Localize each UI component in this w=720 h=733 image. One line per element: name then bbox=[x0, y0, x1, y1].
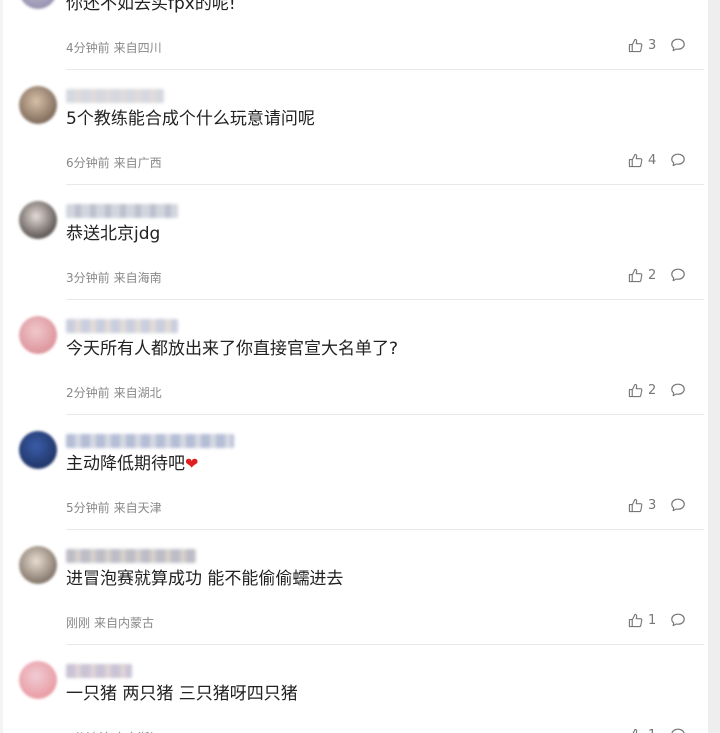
thumbs-up-icon bbox=[628, 153, 643, 167]
reply-button[interactable] bbox=[670, 612, 686, 628]
comment-item: 5个教练能合成个什么玩意请问呢 6分钟前 来自广西 4 bbox=[0, 70, 708, 185]
user-avatar[interactable] bbox=[19, 546, 57, 584]
reply-button[interactable] bbox=[670, 152, 686, 168]
comment-bubble-icon bbox=[671, 613, 685, 627]
scrollbar-track[interactable] bbox=[708, 0, 720, 733]
comment-body: 主动降低期待吧 bbox=[66, 454, 185, 474]
comment-body: 恭送北京jdg bbox=[66, 224, 161, 244]
like-button[interactable]: 4 bbox=[628, 150, 656, 170]
like-button[interactable]: 2 bbox=[628, 380, 656, 400]
comment-body: 进冒泡赛就算成功 能不能偷偷蠕进去 bbox=[66, 569, 344, 589]
comment-location: 来自湖北 bbox=[113, 386, 162, 400]
comment-feed: 你还不如去买fpx的呢! 4分钟前 来自四川 3 5个教练能合成个什么玩意请问呢 6分钟前… bbox=[0, 0, 720, 733]
like-button[interactable]: 3 bbox=[628, 495, 656, 515]
comment-meta: 2分钟前 来自湖北 bbox=[66, 384, 162, 401]
like-count: 4 bbox=[648, 152, 657, 168]
comment-bubble-icon bbox=[671, 153, 685, 167]
user-avatar[interactable] bbox=[19, 661, 57, 699]
like-button[interactable]: 2 bbox=[628, 265, 656, 285]
like-count: 1 bbox=[648, 728, 656, 733]
user-avatar[interactable] bbox=[19, 86, 57, 124]
comment-text: 今天所有人都放出来了你直接官宣大名单了? bbox=[66, 336, 398, 362]
user-avatar[interactable] bbox=[19, 316, 57, 354]
comment-body: 你还不如去买fpx的呢! bbox=[66, 0, 236, 14]
comment-bubble-icon bbox=[671, 383, 685, 397]
username-redacted[interactable] bbox=[66, 434, 234, 448]
comment-text: 5个教练能合成个什么玩意请问呢 bbox=[66, 106, 315, 132]
comment-text: 主动降低期待吧❤ bbox=[66, 451, 198, 477]
comment-meta: 5分钟前 来自天津 bbox=[66, 499, 162, 516]
comment-location: 来自四川 bbox=[113, 41, 162, 55]
thumbs-up-icon bbox=[628, 613, 643, 627]
reply-button[interactable] bbox=[670, 37, 686, 53]
comment-body: 5个教练能合成个什么玩意请问呢 bbox=[66, 109, 315, 129]
comment-item: 一只猪 两只猪 三只猪呀四只猪 2分钟前来自浙江 1 bbox=[0, 645, 708, 733]
comment-item: 你还不如去买fpx的呢! 4分钟前 来自四川 3 bbox=[0, 0, 708, 70]
reply-button[interactable] bbox=[670, 497, 686, 513]
comment-meta: 刚刚 来自内蒙古 bbox=[66, 614, 154, 631]
reply-button[interactable] bbox=[670, 727, 686, 733]
comment-body: 今天所有人都放出来了你直接官宣大名单了? bbox=[66, 339, 399, 359]
like-count: 2 bbox=[648, 267, 657, 283]
username-redacted[interactable] bbox=[66, 204, 178, 218]
thumbs-up-icon bbox=[628, 383, 643, 397]
comment-location: 来自内蒙古 bbox=[94, 616, 155, 630]
comment-bubble-icon bbox=[671, 268, 685, 282]
comment-location: 来自海南 bbox=[113, 271, 162, 285]
thumbs-up-icon bbox=[628, 38, 643, 52]
comment-item: 进冒泡赛就算成功 能不能偷偷蠕进去 刚刚 来自内蒙古 1 bbox=[0, 530, 708, 645]
comment-text: 进冒泡赛就算成功 能不能偷偷蠕进去 bbox=[66, 566, 343, 592]
comment-meta: 2分钟前来自浙江 bbox=[66, 729, 162, 733]
like-count: 1 bbox=[648, 612, 657, 628]
like-button[interactable]: 3 bbox=[628, 35, 656, 55]
username-redacted[interactable] bbox=[66, 549, 196, 563]
like-button[interactable]: 1 bbox=[628, 610, 656, 630]
comment-bubble-icon bbox=[671, 38, 685, 52]
comment-meta: 3分钟前 来自海南 bbox=[66, 269, 162, 286]
like-count: 3 bbox=[648, 37, 657, 53]
comment-item: 主动降低期待吧❤ 5分钟前 来自天津 3 bbox=[0, 415, 708, 530]
comment-bubble-icon bbox=[671, 498, 685, 512]
username-redacted[interactable] bbox=[66, 664, 132, 678]
user-avatar[interactable] bbox=[19, 431, 57, 469]
comment-meta: 6分钟前 来自广西 bbox=[66, 154, 162, 171]
reply-button[interactable] bbox=[670, 382, 686, 398]
username-redacted[interactable] bbox=[66, 89, 164, 103]
comment-time: 3分钟前 bbox=[66, 271, 110, 285]
comment-meta: 4分钟前 来自四川 bbox=[66, 39, 162, 56]
like-count: 3 bbox=[648, 497, 657, 513]
thumbs-up-icon bbox=[628, 498, 643, 512]
comment-location: 来自广西 bbox=[113, 156, 162, 170]
heart-emoji-icon: ❤ bbox=[185, 454, 199, 473]
user-avatar[interactable] bbox=[19, 0, 57, 9]
comment-time: 2分钟前 bbox=[66, 386, 110, 400]
comment-location: 来自天津 bbox=[113, 501, 162, 515]
comment-time: 5分钟前 bbox=[66, 501, 110, 515]
username-redacted[interactable] bbox=[66, 319, 178, 333]
comment-item: 今天所有人都放出来了你直接官宣大名单了? 2分钟前 来自湖北 2 bbox=[0, 300, 708, 415]
comment-body: 一只猪 两只猪 三只猪呀四只猪 bbox=[66, 684, 298, 704]
like-button[interactable]: 1 bbox=[628, 725, 656, 733]
thumbs-up-icon bbox=[628, 268, 643, 282]
thumbs-up-icon bbox=[632, 728, 642, 733]
reply-button[interactable] bbox=[670, 267, 686, 283]
comment-text: 恭送北京jdg bbox=[66, 221, 160, 247]
comment-bubble-icon bbox=[671, 728, 685, 733]
comment-time: 4分钟前 bbox=[66, 41, 110, 55]
comment-text: 你还不如去买fpx的呢! bbox=[66, 0, 236, 17]
comment-text: 一只猪 两只猪 三只猪呀四只猪 bbox=[66, 681, 298, 707]
comment-time: 刚刚 bbox=[66, 616, 91, 630]
user-avatar[interactable] bbox=[19, 201, 57, 239]
like-count: 2 bbox=[648, 382, 657, 398]
comment-item: 恭送北京jdg 3分钟前 来自海南 2 bbox=[0, 185, 708, 300]
comment-time: 6分钟前 bbox=[66, 156, 110, 170]
